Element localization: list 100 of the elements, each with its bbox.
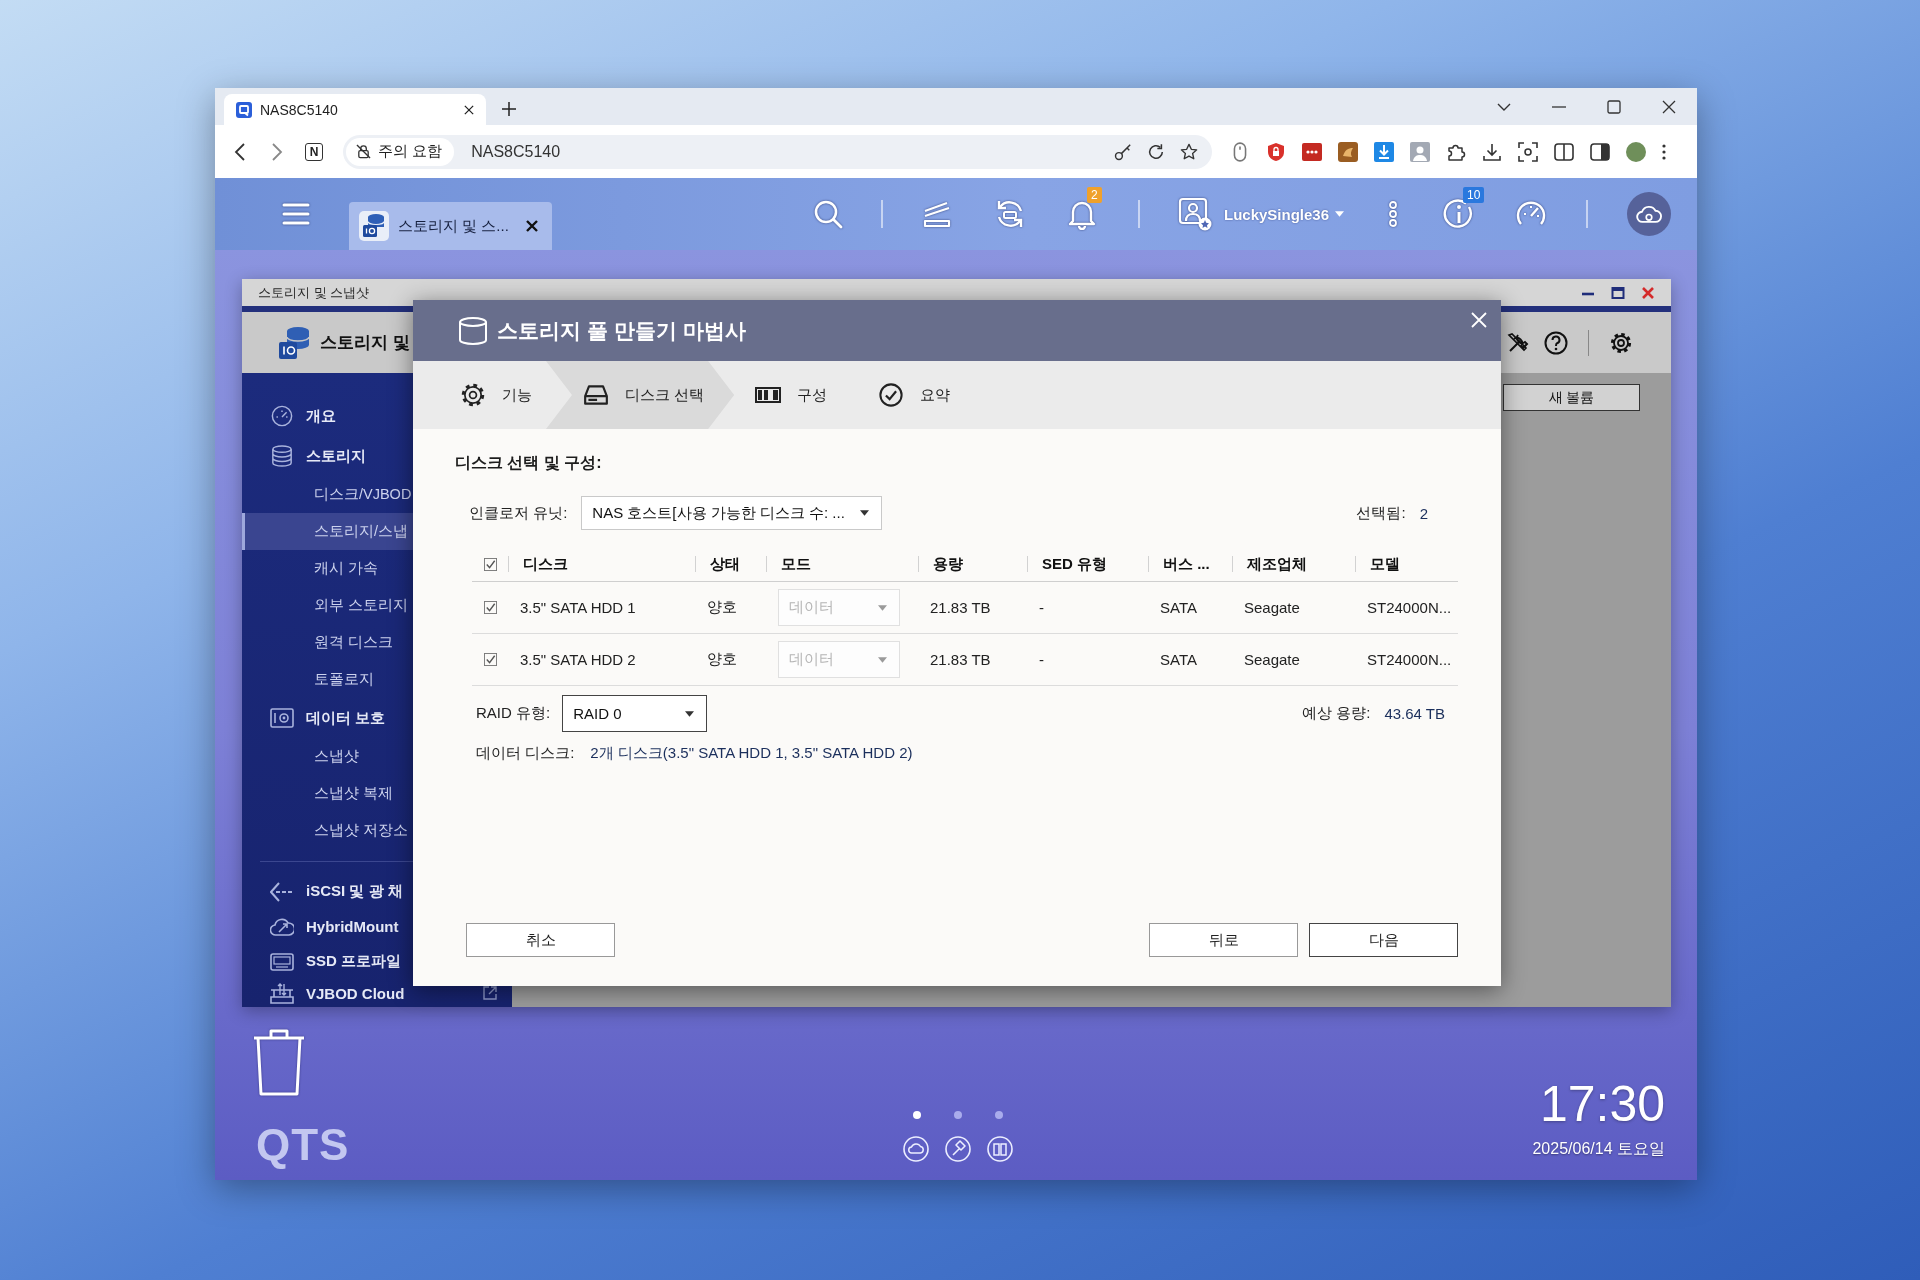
sidebar-subitem[interactable]: 디스크/VJBOD [242, 476, 413, 513]
cylinder-icon [458, 316, 488, 345]
new-volume-button[interactable]: 새 볼륨 [1503, 384, 1640, 411]
column-header[interactable]: 버스 ... [1163, 554, 1210, 574]
page-dot-icon[interactable] [913, 1111, 921, 1119]
column-header[interactable]: 모델 [1370, 554, 1400, 574]
sidebar-subitem[interactable]: 캐시 가속 [242, 550, 413, 587]
sidebar-subitem[interactable]: 토폴로지 [242, 661, 413, 698]
enclosure-dropdown[interactable]: NAS 호스트[사용 가능한 디스크 수: ... [581, 496, 883, 530]
new-tab-icon[interactable] [502, 102, 516, 116]
sidebar-subitem[interactable]: 스냅샷 저장소 [242, 812, 413, 849]
download-icon[interactable] [1482, 141, 1502, 162]
forward-icon[interactable] [271, 141, 283, 162]
external-link-icon[interactable] [483, 986, 497, 1000]
security-chip[interactable]: 주의 요함 [346, 137, 455, 166]
wizard-step[interactable]: 기능 [423, 361, 546, 429]
close-icon[interactable] [526, 220, 538, 232]
column-header[interactable]: 디스크 [523, 554, 568, 574]
extension-tile-icon[interactable] [1338, 141, 1358, 162]
shield-icon[interactable] [1266, 141, 1286, 162]
search-icon[interactable] [813, 199, 843, 229]
password-dots-icon[interactable] [1302, 141, 1322, 162]
sidebar-subitem[interactable]: 스냅샷 복제 [242, 775, 413, 812]
qts-logo: QTS [256, 1122, 350, 1168]
wizard-step[interactable]: 요약 [857, 361, 981, 429]
window-title: 스토리지 및 스냅샷 [258, 283, 370, 302]
letter-button[interactable]: N [305, 142, 323, 161]
cancel-button[interactable]: 취소 [466, 923, 615, 957]
star-icon[interactable] [1180, 142, 1198, 161]
sidebar-subitem[interactable]: 외부 스토리지 [242, 587, 413, 624]
sidebar-item[interactable]: 데이터 보호 [242, 698, 413, 738]
field-label: 예상 용량: [1302, 704, 1371, 723]
menu-icon[interactable] [282, 203, 310, 225]
screenshot-icon[interactable] [1518, 141, 1538, 162]
table-cell: 21.83 TB [930, 599, 991, 616]
server-rack-icon [270, 982, 294, 1004]
back-button[interactable]: 뒤로 [1149, 923, 1298, 957]
drive-icon [583, 383, 609, 407]
wizard-step[interactable]: 디스크 선택 [546, 361, 735, 429]
page-dot-icon[interactable] [954, 1111, 962, 1119]
sidebar-subitem[interactable]: 스토리지/스냅 [242, 513, 413, 550]
field-label: 데이터 디스크: [476, 743, 575, 763]
sidebar-item[interactable]: VJBOD Cloud [242, 979, 512, 1007]
table-cell: 양호 [707, 650, 737, 669]
column-header[interactable]: SED 유형 [1042, 554, 1107, 574]
side-panel-icon[interactable] [1590, 141, 1610, 162]
split-view-icon[interactable] [1554, 141, 1574, 162]
column-header[interactable]: 모드 [781, 554, 811, 574]
browser-tab[interactable]: NAS8C5140 [224, 94, 486, 125]
raid-type-dropdown[interactable]: RAID 0 [562, 695, 708, 732]
sidebar-item[interactable]: 개요 [242, 396, 413, 436]
selected-count: 2 [1419, 504, 1428, 522]
next-button[interactable]: 다음 [1309, 923, 1458, 957]
sidebar-item[interactable]: iSCSI 및 광 채 [242, 874, 413, 909]
back-icon[interactable] [234, 141, 246, 162]
minimize-icon[interactable] [1552, 105, 1566, 108]
field-label: RAID 유형: [476, 704, 551, 723]
table-cell: - [1039, 599, 1044, 616]
sidebar-item[interactable]: SSD 프로파일 [242, 944, 413, 979]
column-header[interactable]: 상태 [710, 554, 740, 574]
sidebar-subitem[interactable]: 원격 디스크 [242, 624, 413, 661]
estimated-capacity: 43.64 TB [1384, 705, 1445, 722]
profile-avatar-icon[interactable] [1626, 141, 1646, 162]
caret-icon [878, 656, 887, 663]
settings-icon[interactable] [1609, 330, 1633, 355]
checkbox[interactable] [483, 601, 497, 614]
help-icon[interactable] [1544, 330, 1568, 355]
user-icon[interactable] [1178, 197, 1212, 231]
sidebar-subitem[interactable]: 스냅샷 [242, 738, 413, 775]
address-bar[interactable]: 주의 요함 NAS8C5140 [343, 134, 1212, 169]
app-tab[interactable]: 스토리지 및 스... [349, 202, 552, 250]
checkbox[interactable] [483, 653, 497, 666]
maximize-icon[interactable] [1607, 99, 1621, 114]
cloud-circle-icon[interactable] [903, 1136, 929, 1162]
key-icon[interactable] [1114, 142, 1132, 161]
gauge-icon [270, 405, 294, 427]
download-square-icon[interactable] [1374, 141, 1394, 162]
caret-icon [878, 604, 887, 611]
chevron-down-icon[interactable] [1497, 102, 1511, 111]
reload-icon[interactable] [1147, 142, 1165, 161]
sidebar-item[interactable]: 스토리지 [242, 436, 413, 476]
column-header[interactable]: 제조업체 [1247, 554, 1307, 574]
close-tab-icon[interactable] [464, 104, 474, 115]
cloud-button[interactable] [1627, 192, 1672, 236]
site-favicon-icon [236, 101, 252, 118]
table-cell: SATA [1160, 651, 1197, 668]
close-icon[interactable] [1662, 99, 1676, 114]
book-circle-icon[interactable] [987, 1136, 1013, 1162]
checkbox[interactable] [483, 557, 497, 571]
app-title: 스토리지 및 [320, 332, 410, 354]
wizard-step[interactable]: 구성 [734, 361, 858, 429]
maximize-icon[interactable] [1611, 285, 1625, 300]
column-header[interactable]: 용량 [933, 554, 963, 574]
sidebar-item[interactable]: HybridMount [242, 909, 413, 944]
page-dot-icon[interactable] [995, 1111, 1003, 1119]
database-icon [270, 445, 294, 467]
crossed-lock-icon [356, 144, 371, 159]
dialog-title: 스토리지 풀 만들기 마법사 [497, 317, 746, 344]
section-title: 디스크 선택 및 구성: [455, 453, 602, 473]
hammer-circle-icon[interactable] [945, 1136, 971, 1162]
